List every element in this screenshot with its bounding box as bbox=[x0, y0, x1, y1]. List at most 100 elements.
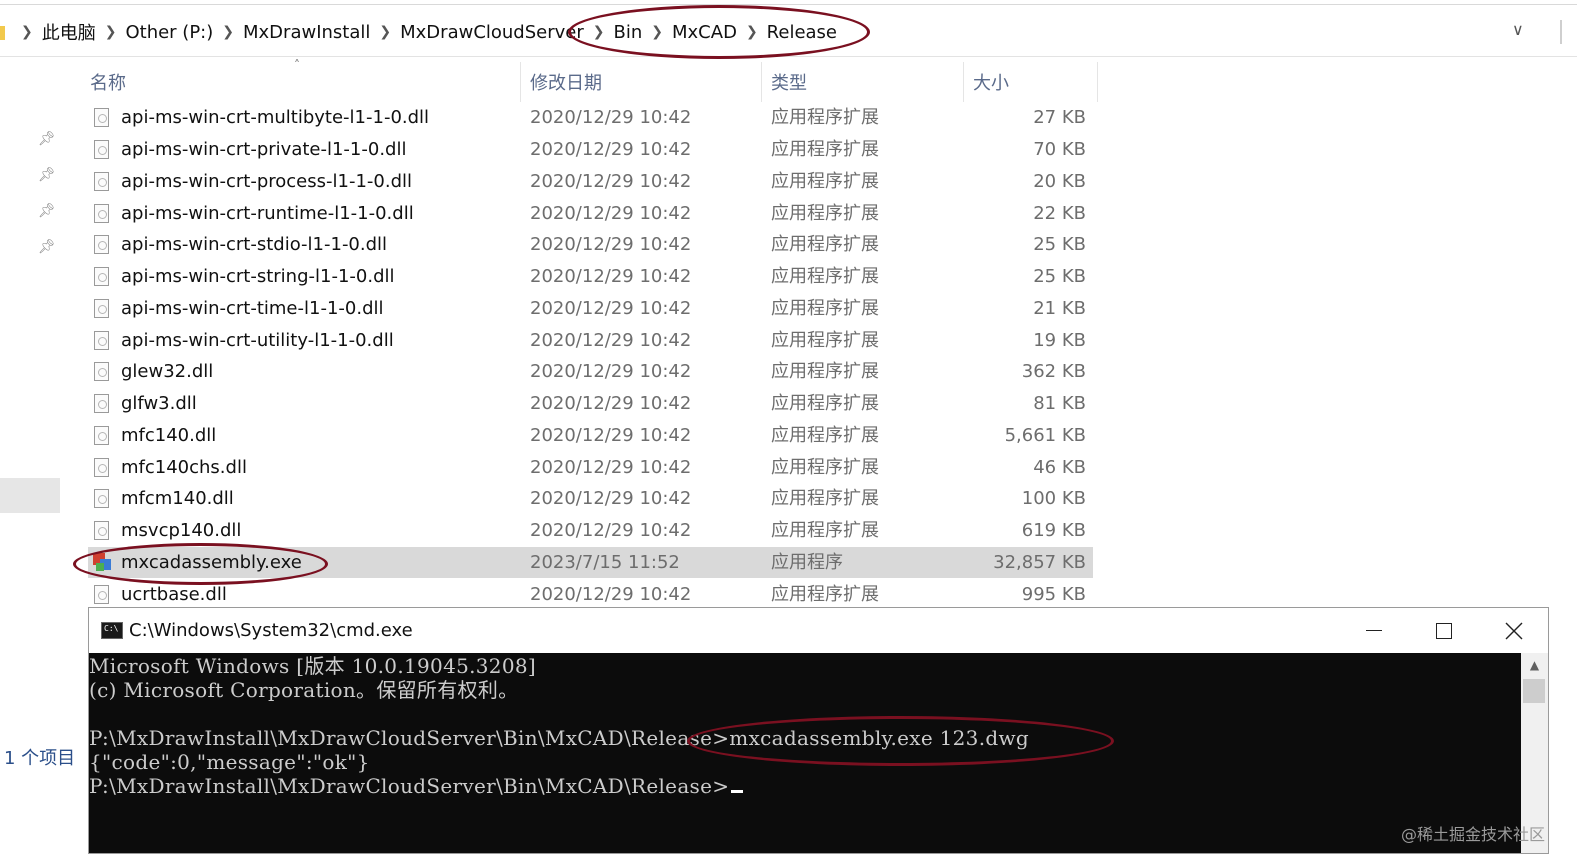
chevron-right-icon[interactable]: ❯ bbox=[651, 24, 663, 40]
close-button[interactable] bbox=[1479, 608, 1549, 653]
scroll-up-arrow-icon[interactable]: ▲ bbox=[1521, 653, 1548, 677]
file-name: api-ms-win-crt-multibyte-l1-1-0.dll bbox=[121, 107, 430, 128]
column-header-type[interactable]: 类型 bbox=[771, 62, 807, 102]
file-row[interactable]: glew32.dll 2020/12/29 10:42 应用程序扩展 362 K… bbox=[88, 356, 1093, 387]
dll-file-icon bbox=[94, 172, 109, 191]
breadcrumb-bin[interactable]: Bin bbox=[614, 22, 643, 43]
file-date: 2020/12/29 10:42 bbox=[530, 520, 692, 541]
file-row[interactable]: api-ms-win-crt-private-l1-1-0.dll 2020/1… bbox=[88, 134, 1093, 165]
console-line: Microsoft Windows [版本 10.0.19045.3208] bbox=[89, 654, 536, 678]
file-size: 25 KB bbox=[1033, 266, 1086, 287]
dll-file-icon bbox=[94, 394, 109, 413]
column-header-date[interactable]: 修改日期 bbox=[530, 62, 602, 102]
file-type: 应用程序 bbox=[771, 552, 843, 573]
cmd-app-icon[interactable] bbox=[101, 622, 123, 639]
nav-selected-item[interactable] bbox=[0, 478, 60, 513]
dll-file-icon bbox=[94, 489, 109, 508]
pin-icon[interactable]: 📌︎ bbox=[38, 131, 56, 147]
file-size: 619 KB bbox=[1021, 520, 1086, 541]
file-row-selected[interactable]: mxcadassembly.exe 2023/7/15 11:52 应用程序 3… bbox=[88, 547, 1093, 578]
dll-file-icon bbox=[94, 108, 109, 127]
column-divider[interactable] bbox=[520, 62, 521, 102]
file-row[interactable]: mfcm140.dll 2020/12/29 10:42 应用程序扩展 100 … bbox=[88, 483, 1093, 514]
file-row[interactable]: api-ms-win-crt-time-l1-1-0.dll 2020/12/2… bbox=[88, 293, 1093, 324]
file-row[interactable]: api-ms-win-crt-utility-l1-1-0.dll 2020/1… bbox=[88, 325, 1093, 356]
file-type: 应用程序扩展 bbox=[771, 298, 879, 319]
chevron-right-icon[interactable]: ❯ bbox=[379, 24, 391, 40]
file-size: 81 KB bbox=[1033, 393, 1086, 414]
pin-icon[interactable]: 📌︎ bbox=[38, 203, 56, 219]
file-type: 应用程序扩展 bbox=[771, 171, 879, 192]
breadcrumb-drive[interactable]: Other (P:) bbox=[125, 22, 213, 43]
pin-icon[interactable]: 📌︎ bbox=[38, 239, 56, 255]
breadcrumb-mxdrawinstall[interactable]: MxDrawInstall bbox=[243, 22, 370, 43]
minimize-button[interactable] bbox=[1339, 608, 1409, 653]
file-row[interactable]: msvcp140.dll 2020/12/29 10:42 应用程序扩展 619… bbox=[88, 515, 1093, 546]
file-size: 995 KB bbox=[1021, 584, 1086, 605]
folder-icon bbox=[0, 26, 5, 40]
file-row[interactable]: mfc140.dll 2020/12/29 10:42 应用程序扩展 5,661… bbox=[88, 420, 1093, 451]
file-type: 应用程序扩展 bbox=[771, 520, 879, 541]
file-name: api-ms-win-crt-string-l1-1-0.dll bbox=[121, 266, 395, 287]
breadcrumb-release[interactable]: Release bbox=[767, 22, 837, 43]
column-divider[interactable] bbox=[1097, 62, 1098, 102]
refresh-button-edge[interactable] bbox=[1560, 20, 1568, 44]
cmd-titlebar[interactable]: C:\Windows\System32\cmd.exe bbox=[89, 608, 1548, 653]
chevron-right-icon[interactable]: ❯ bbox=[105, 24, 117, 40]
breadcrumb-mxdrawcloudserver[interactable]: MxDrawCloudServer bbox=[400, 22, 584, 43]
dll-file-icon bbox=[94, 235, 109, 254]
column-divider[interactable] bbox=[963, 62, 964, 102]
file-name: api-ms-win-crt-stdio-l1-1-0.dll bbox=[121, 234, 388, 255]
file-date: 2023/7/15 11:52 bbox=[530, 552, 680, 573]
chevron-right-icon[interactable]: ❯ bbox=[593, 24, 605, 40]
scroll-thumb[interactable] bbox=[1523, 679, 1545, 703]
file-row[interactable]: api-ms-win-crt-string-l1-1-0.dll 2020/12… bbox=[88, 261, 1093, 292]
file-row[interactable]: api-ms-win-crt-stdio-l1-1-0.dll 2020/12/… bbox=[88, 229, 1093, 260]
cmd-window[interactable]: C:\Windows\System32\cmd.exe Microsoft Wi… bbox=[88, 607, 1549, 854]
file-name: api-ms-win-crt-time-l1-1-0.dll bbox=[121, 298, 384, 319]
address-bar[interactable]: ❯ 此电脑 ❯ Other (P:) ❯ MxDrawInstall ❯ MxD… bbox=[0, 8, 1577, 57]
navigation-pane: 📌︎ 📌︎ 📌︎ 📌︎ bbox=[0, 57, 60, 774]
file-row[interactable]: api-ms-win-crt-process-l1-1-0.dll 2020/1… bbox=[88, 166, 1093, 197]
file-size: 20 KB bbox=[1033, 171, 1086, 192]
text-cursor bbox=[731, 790, 744, 793]
cmd-title: C:\Windows\System32\cmd.exe bbox=[129, 620, 413, 641]
console-output[interactable]: Microsoft Windows [版本 10.0.19045.3208] (… bbox=[89, 653, 1521, 853]
column-divider[interactable] bbox=[761, 62, 762, 102]
chevron-right-icon[interactable]: ❯ bbox=[21, 24, 33, 40]
breadcrumb-this-pc[interactable]: 此电脑 bbox=[42, 19, 96, 45]
file-date: 2020/12/29 10:42 bbox=[530, 234, 692, 255]
file-type: 应用程序扩展 bbox=[771, 234, 879, 255]
file-type: 应用程序扩展 bbox=[771, 393, 879, 414]
breadcrumb: ❯ 此电脑 ❯ Other (P:) ❯ MxDrawInstall ❯ MxD… bbox=[12, 8, 837, 56]
exe-app-icon bbox=[93, 553, 111, 571]
maximize-button[interactable] bbox=[1409, 608, 1479, 653]
file-name: api-ms-win-crt-utility-l1-1-0.dll bbox=[121, 330, 394, 351]
file-type: 应用程序扩展 bbox=[771, 139, 879, 160]
explorer-scrollbar[interactable] bbox=[1549, 57, 1577, 773]
history-dropdown-chevron-down-icon[interactable]: ∨ bbox=[1512, 20, 1524, 39]
file-date: 2020/12/29 10:42 bbox=[530, 298, 692, 319]
column-header-size[interactable]: 大小 bbox=[973, 62, 1009, 102]
file-row[interactable]: ucrtbase.dll 2020/12/29 10:42 应用程序扩展 995… bbox=[88, 579, 1093, 610]
file-size: 70 KB bbox=[1033, 139, 1086, 160]
console-prompt: P:\MxDrawInstall\MxDrawCloudServer\Bin\M… bbox=[89, 774, 730, 798]
chevron-right-icon[interactable]: ❯ bbox=[746, 24, 758, 40]
file-row[interactable]: api-ms-win-crt-multibyte-l1-1-0.dll 2020… bbox=[88, 102, 1093, 133]
maximize-icon bbox=[1436, 622, 1452, 639]
breadcrumb-mxcad[interactable]: MxCAD bbox=[672, 22, 737, 43]
file-row[interactable]: mfc140chs.dll 2020/12/29 10:42 应用程序扩展 46… bbox=[88, 452, 1093, 483]
file-name: glew32.dll bbox=[121, 361, 214, 382]
column-header-name[interactable]: 名称 bbox=[90, 62, 126, 102]
file-size: 22 KB bbox=[1033, 203, 1086, 224]
dll-file-icon bbox=[94, 521, 109, 540]
file-type: 应用程序扩展 bbox=[771, 203, 879, 224]
file-type: 应用程序扩展 bbox=[771, 457, 879, 478]
file-row[interactable]: api-ms-win-crt-runtime-l1-1-0.dll 2020/1… bbox=[88, 198, 1093, 229]
pin-icon[interactable]: 📌︎ bbox=[38, 167, 56, 183]
file-date: 2020/12/29 10:42 bbox=[530, 457, 692, 478]
file-size: 27 KB bbox=[1033, 107, 1086, 128]
file-row[interactable]: glfw3.dll 2020/12/29 10:42 应用程序扩展 81 KB bbox=[88, 388, 1093, 419]
file-size: 100 KB bbox=[1021, 488, 1086, 509]
chevron-right-icon[interactable]: ❯ bbox=[222, 24, 234, 40]
